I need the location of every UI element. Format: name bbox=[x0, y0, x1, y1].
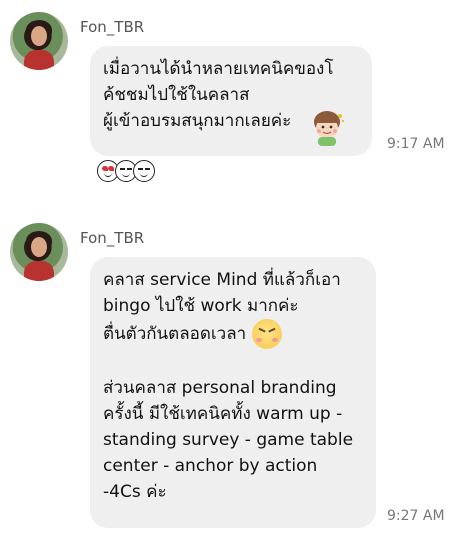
smile-emoji-icon bbox=[133, 160, 155, 182]
smiling-girl-sticker bbox=[314, 111, 345, 146]
message-line: เมื่อวานได้นำหลายเทคนิคของโ bbox=[103, 59, 334, 79]
message-line: standing survey - game table bbox=[103, 430, 354, 450]
message-line: ส่วนคลาส personal branding bbox=[103, 378, 337, 398]
message-timestamp: 9:17 AM bbox=[387, 136, 445, 152]
sender-avatar[interactable] bbox=[10, 12, 68, 70]
message-line-with-emoji: ตื่นตัวกันตลอดเวลา bbox=[103, 319, 362, 349]
message-line: ครั้งนี้ มีใช้เทคนิคทั้ง warm up - bbox=[103, 404, 343, 424]
message-line: คลาส service Mind ที่แล้วก็เอา bbox=[103, 270, 341, 290]
message-bubble[interactable]: คลาส service Mind ที่แล้วก็เอา bingo ไปใ… bbox=[90, 257, 376, 528]
sender-name: Fon_TBR bbox=[80, 229, 145, 247]
avatar-shirt bbox=[24, 50, 54, 70]
message-line: -4Cs ค่ะ bbox=[103, 482, 167, 502]
avatar-face bbox=[31, 237, 47, 257]
grinning-blush-emoji-icon bbox=[252, 319, 283, 349]
avatar-face bbox=[31, 26, 47, 46]
message-text: ตื่นตัวกันตลอดเวลา bbox=[103, 324, 247, 344]
message-line: bingo ไปใช้ work มากค่ะ bbox=[103, 296, 299, 316]
sender-avatar[interactable] bbox=[10, 223, 68, 281]
message-line: center - anchor by action bbox=[103, 456, 318, 476]
reaction-bar[interactable] bbox=[97, 160, 155, 182]
message-timestamp: 9:27 AM bbox=[387, 508, 445, 524]
avatar-shirt bbox=[24, 261, 54, 281]
sender-name: Fon_TBR bbox=[80, 18, 145, 36]
message-line-blank bbox=[103, 349, 362, 375]
message-line: ค้ชชมไปใช้ในคลาส bbox=[103, 85, 250, 105]
